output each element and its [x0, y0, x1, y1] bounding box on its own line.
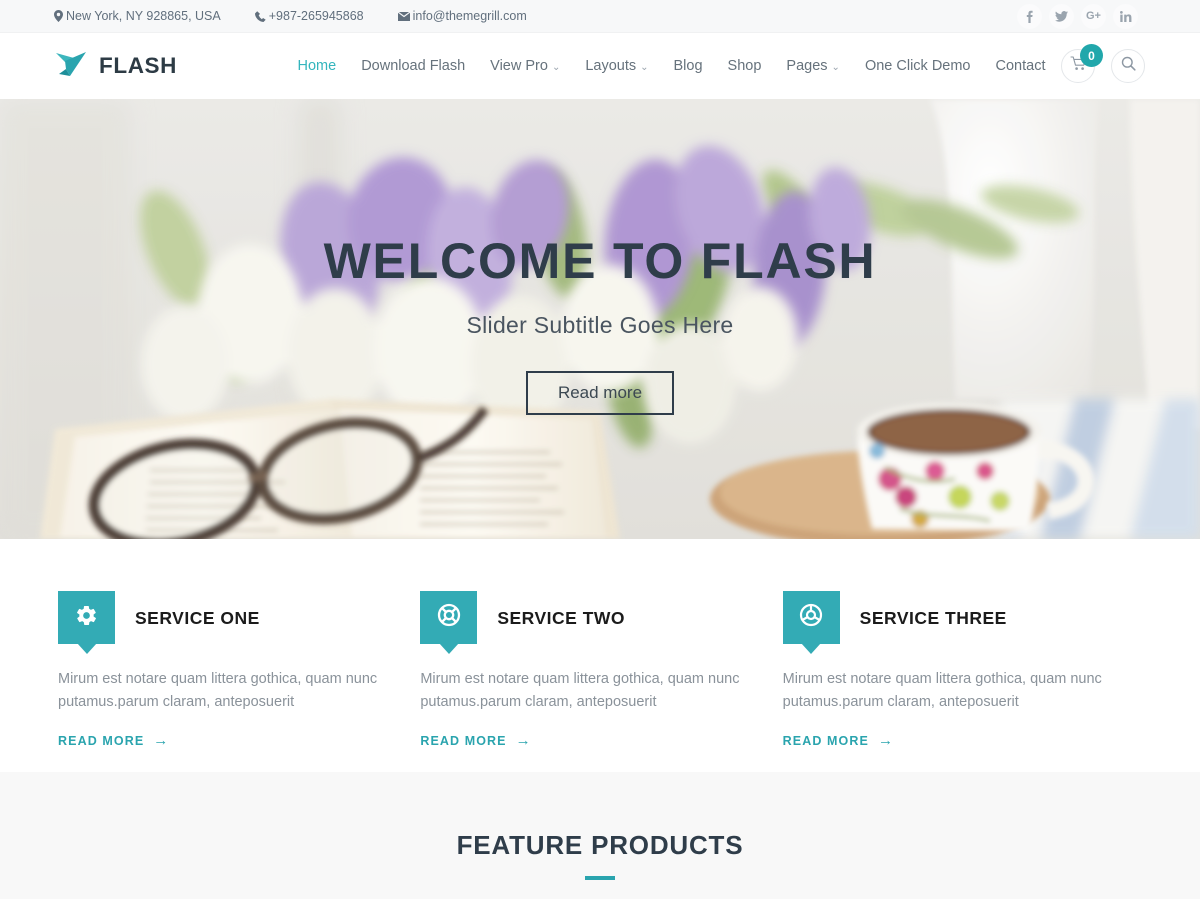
brand-name: FLASH — [99, 53, 177, 78]
brand-logo[interactable]: FLASH — [54, 49, 177, 84]
services-section: SERVICE ONE Mirum est notare quam litter… — [0, 539, 1200, 772]
service-title: SERVICE TWO — [497, 608, 626, 628]
top-contact-group: New York, NY 928865, USA +987-265945868 … — [54, 9, 527, 23]
nav-label: View Pro — [490, 58, 548, 74]
service-description: Mirum est notare quam littera gothica, q… — [58, 671, 378, 711]
service-description: Mirum est notare quam littera gothica, q… — [782, 671, 1102, 711]
top-address-text: New York, NY 928865, USA — [66, 9, 221, 23]
nav-item-blog[interactable]: Blog — [661, 58, 715, 74]
nav-item-download-flash[interactable]: Download Flash — [349, 58, 478, 74]
chevron-down-icon: ⌄ — [831, 61, 840, 73]
nav-label: Blog — [673, 58, 703, 74]
hero-content: WELCOME TO FLASH Slider Subtitle Goes He… — [0, 99, 1200, 539]
service-read-more-link[interactable]: READ MORE → — [420, 732, 782, 749]
nav-item-home[interactable]: Home — [285, 58, 349, 74]
nav-label: One Click Demo — [864, 58, 971, 74]
nav-item-pages[interactable]: Pages ⌄ — [774, 58, 853, 74]
chrome-icon — [799, 603, 823, 632]
service-header: SERVICE TWO — [420, 591, 782, 654]
main-navigation: Home Download Flash View Pro ⌄ Layouts ⌄… — [285, 58, 1058, 74]
nav-label: Home — [297, 58, 337, 74]
chevron-down-icon: ⌄ — [551, 61, 561, 73]
linkedin-icon[interactable] — [1113, 3, 1138, 29]
top-address: New York, NY 928865, USA — [54, 9, 221, 23]
service-read-more-label: READ MORE — [782, 733, 869, 748]
nav-label: Shop — [727, 58, 762, 74]
nav-label: Download Flash — [361, 58, 466, 74]
nav-label: Contact — [995, 58, 1046, 74]
twitter-icon[interactable] — [1049, 3, 1074, 29]
map-pin-icon — [54, 10, 63, 22]
google-plus-icon[interactable]: G+ — [1081, 3, 1106, 29]
search-button[interactable] — [1111, 49, 1145, 83]
cart-button[interactable]: 0 — [1061, 44, 1103, 83]
service-read-more-link[interactable]: READ MORE → — [58, 732, 420, 749]
service-icon-badge — [782, 591, 840, 654]
feature-products-section: FEATURE PRODUCTS Collaboratively adminis… — [0, 772, 1200, 899]
service-title: SERVICE ONE — [135, 608, 260, 628]
top-info-bar: New York, NY 928865, USA +987-265945868 … — [0, 0, 1200, 33]
nav-item-view-pro[interactable]: View Pro ⌄ — [478, 58, 573, 74]
service-icon-badge — [420, 591, 478, 654]
arrow-right-icon: → — [877, 732, 895, 750]
service-read-more-label: READ MORE — [420, 733, 507, 748]
service-header: SERVICE ONE — [58, 591, 420, 654]
envelope-icon — [397, 11, 410, 21]
service-read-more-link[interactable]: READ MORE → — [783, 732, 1145, 749]
nav-item-layouts[interactable]: Layouts ⌄ — [573, 58, 661, 74]
nav-label: Pages — [786, 58, 828, 74]
service-description: Mirum est notare quam littera gothica, q… — [420, 671, 740, 711]
nav-item-shop[interactable]: Shop — [715, 58, 774, 74]
flash-bird-logo-icon — [54, 49, 88, 84]
gear-icon — [75, 604, 98, 632]
service-read-more-label: READ MORE — [58, 733, 145, 748]
service-title: SERVICE THREE — [859, 608, 1007, 628]
site-header: FLASH Home Download Flash View Pro ⌄ Lay… — [0, 33, 1200, 99]
service-icon-badge — [58, 591, 115, 654]
nav-item-contact[interactable]: Contact — [983, 58, 1058, 74]
phone-icon — [254, 10, 266, 22]
facebook-icon[interactable] — [1017, 3, 1042, 29]
service-card-one: SERVICE ONE Mirum est notare quam litter… — [58, 591, 420, 772]
top-phone: +987-265945868 — [254, 9, 364, 23]
hero-slider: WELCOME TO FLASH Slider Subtitle Goes He… — [0, 99, 1200, 539]
top-email: info@themegrill.com — [397, 9, 527, 23]
social-links: G+ — [1017, 3, 1138, 29]
arrow-right-icon: → — [515, 732, 532, 750]
hero-title: WELCOME TO FLASH — [323, 233, 877, 289]
arrow-right-icon: → — [153, 732, 170, 750]
nav-label: Layouts — [585, 58, 637, 74]
hero-read-more-button[interactable]: Read more — [525, 371, 675, 415]
search-icon — [1121, 56, 1136, 76]
top-email-text: info@themegrill.com — [412, 9, 527, 23]
cart-count-badge: 0 — [1080, 44, 1103, 67]
top-phone-text: +987-265945868 — [268, 9, 364, 23]
nav-item-one-click-demo[interactable]: One Click Demo — [852, 58, 983, 74]
hero-subtitle: Slider Subtitle Goes Here — [466, 312, 734, 338]
chevron-down-icon: ⌄ — [640, 61, 649, 73]
service-header: SERVICE THREE — [782, 591, 1145, 654]
life-ring-icon — [437, 603, 461, 632]
service-card-two: SERVICE TWO Mirum est notare quam litter… — [420, 591, 782, 772]
feature-products-title: FEATURE PRODUCTS — [456, 830, 744, 860]
header-actions: 0 — [1061, 44, 1145, 83]
service-card-three: SERVICE THREE Mirum est notare quam litt… — [782, 591, 1145, 772]
